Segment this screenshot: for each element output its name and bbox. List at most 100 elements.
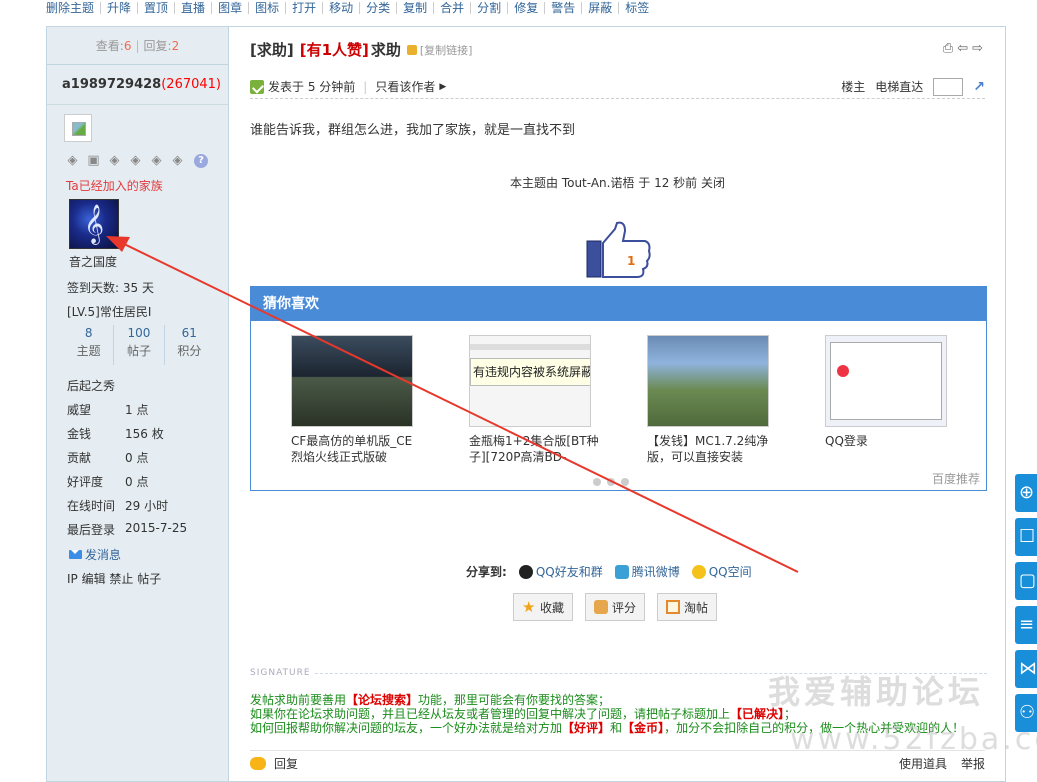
- toolbar-action[interactable]: 标签: [618, 2, 655, 14]
- user-group: 后起之秀: [67, 379, 116, 393]
- thread-closed-notice: 本主题由 Tout-An.诺梧 于 12 秒前 关闭: [510, 176, 725, 190]
- float-button-3[interactable]: ▢: [1015, 562, 1037, 600]
- thread-title-row: [求助] [有1人赞] 求助 [复制链接]: [250, 39, 472, 60]
- recommend-source[interactable]: 百度推荐: [932, 470, 980, 487]
- signin-days: 签到天数: 35 天: [67, 281, 154, 295]
- author-only-link[interactable]: 只看该作者: [375, 78, 435, 95]
- treble-clef-icon: 𝄞: [84, 204, 105, 244]
- author-credits: (267041): [161, 77, 222, 92]
- use-tools-button[interactable]: 使用道具: [899, 755, 947, 772]
- lock-icon: [406, 44, 417, 55]
- recommend-item[interactable]: 【发钱】MC1.7.2纯净版，可以直接安装: [647, 335, 769, 465]
- toolbar-action[interactable]: 修复: [507, 2, 544, 14]
- floor-label: 楼主: [841, 80, 866, 94]
- favorite-button[interactable]: ★ 收藏: [513, 593, 574, 621]
- recommend-thumbnail[interactable]: [825, 335, 947, 427]
- post-footer: 回复 使用道具 举报: [250, 750, 985, 772]
- reply-icon: [250, 757, 266, 770]
- float-button-2[interactable]: ☐: [1015, 518, 1037, 556]
- stat-points[interactable]: 61 积分: [163, 325, 214, 365]
- post-body-text: 谁能告诉我，群组怎么进，我加了家族，就是一直找不到: [250, 123, 576, 138]
- recommend-box: 猜你喜欢 CF最高仿的单机版_CE烈焰火线正式版破 有违规内容被系统屏蔽 金瓶梅…: [250, 286, 987, 491]
- admin-links[interactable]: IP 编辑 禁止 帖子: [67, 570, 161, 587]
- info-value: 29 小时: [125, 499, 169, 513]
- float-menu-icon[interactable]: ≡: [1015, 606, 1037, 644]
- share-qq-link[interactable]: QQ好友和群: [518, 563, 603, 580]
- toolbar-action[interactable]: 置顶: [137, 2, 174, 14]
- recommend-item[interactable]: 有违规内容被系统屏蔽 金瓶梅1+2集合版[BT种子][720P高清BD-: [469, 335, 599, 465]
- avatar[interactable]: [64, 114, 92, 142]
- family-badge-image[interactable]: 𝄞: [69, 199, 119, 249]
- toolbar-action[interactable]: 移动: [322, 2, 359, 14]
- toolbar-action[interactable]: 升降: [100, 2, 137, 14]
- rate-button[interactable]: 评分: [585, 593, 646, 621]
- toolbar-action[interactable]: 屏蔽: [581, 2, 618, 14]
- carousel-dots[interactable]: [593, 478, 629, 486]
- recommend-caption[interactable]: 金瓶梅1+2集合版[BT种子][720P高清BD-: [469, 433, 599, 465]
- floor-jump-input[interactable]: [933, 77, 964, 96]
- user-level[interactable]: [LV.5]常住居民I: [67, 303, 151, 320]
- views-label: 查看:: [95, 39, 124, 53]
- share-qzone-label: QQ空间: [708, 565, 752, 579]
- info-key: 最后登录: [67, 523, 116, 537]
- report-button[interactable]: 举报: [961, 755, 985, 772]
- author-username[interactable]: a1989729428: [62, 77, 161, 92]
- author-sidebar: 查看:6 | 回复:2 a1989729428(267041) ◈ ▣ ◈ ◈ ◈ …: [47, 27, 229, 781]
- help-icon[interactable]: ?: [194, 154, 208, 168]
- info-value: 0 点: [125, 475, 149, 489]
- toolbar-action[interactable]: 复制: [396, 2, 433, 14]
- family-name[interactable]: 音之国度: [69, 253, 117, 270]
- next-thread-icon[interactable]: ⇨: [972, 41, 983, 56]
- recommend-item[interactable]: CF最高仿的单机版_CE烈焰火线正式版破: [291, 335, 413, 465]
- share-qzone-link[interactable]: QQ空间: [691, 563, 752, 580]
- diamond-icon: ◈: [109, 153, 120, 168]
- stat-label: 帖子: [126, 344, 151, 358]
- digg-button[interactable]: 淘帖: [657, 593, 718, 621]
- info-online-time: 在线时间 29 小时: [67, 497, 168, 514]
- toolbar-action[interactable]: 图章: [211, 2, 248, 14]
- toolbar-action[interactable]: 图标: [248, 2, 285, 14]
- toolbar-action[interactable]: 分类: [359, 2, 396, 14]
- share-weibo-link[interactable]: 腾讯微博: [614, 563, 680, 580]
- info-key: 威望: [67, 403, 92, 417]
- toolbar-action[interactable]: 直播: [174, 2, 211, 14]
- float-button-1[interactable]: ⊕: [1015, 474, 1037, 512]
- toolbar-action[interactable]: 警告: [544, 2, 581, 14]
- info-key: 在线时间: [67, 499, 116, 513]
- reply-button[interactable]: 回复: [274, 755, 298, 772]
- float-share-icon[interactable]: ⋈: [1015, 650, 1037, 688]
- diamond-icon: ◈: [151, 153, 162, 168]
- collection-icon: [666, 600, 681, 614]
- signature-label: SIGNATURE: [250, 668, 315, 678]
- toolbar-action[interactable]: 删除主题: [46, 2, 100, 14]
- info-key: 金钱: [67, 427, 92, 441]
- stat-threads[interactable]: 8 主题: [64, 325, 113, 365]
- thumb-icon: [594, 600, 609, 614]
- thread-tag[interactable]: [求助]: [250, 39, 294, 60]
- stat-posts[interactable]: 100 帖子: [113, 325, 163, 365]
- info-value: 1 点: [125, 403, 149, 417]
- recommend-caption[interactable]: QQ登录: [825, 433, 955, 449]
- recommend-item[interactable]: QQ登录: [825, 335, 947, 465]
- prev-thread-icon[interactable]: ⇦: [957, 41, 968, 56]
- replies-count: 2: [171, 39, 180, 53]
- float-user-icon[interactable]: ⚇: [1015, 694, 1037, 732]
- recommend-caption[interactable]: CF最高仿的单机版_CE烈焰火线正式版破: [291, 433, 421, 465]
- recommend-thumbnail[interactable]: [291, 335, 413, 427]
- send-message-link[interactable]: 发消息: [69, 546, 121, 563]
- recommend-thumbnail[interactable]: 有违规内容被系统屏蔽: [469, 335, 591, 427]
- print-icon[interactable]: ⎙: [943, 41, 953, 56]
- info-key: 贡献: [67, 451, 92, 465]
- diamond-icon: ◈: [130, 153, 141, 168]
- recommend-caption[interactable]: 【发钱】MC1.7.2纯净版，可以直接安装: [647, 433, 777, 465]
- recommend-thumbnail[interactable]: [647, 335, 769, 427]
- toolbar-action[interactable]: 分割: [470, 2, 507, 14]
- like-thumb-icon[interactable]: 1: [585, 221, 653, 281]
- recommend-title: 猜你喜欢: [251, 287, 986, 321]
- toolbar-action[interactable]: 合并: [433, 2, 470, 14]
- qzone-icon: [691, 564, 706, 579]
- toolbar-action[interactable]: 打开: [285, 2, 322, 14]
- watermark-name: 我爱辅助论坛: [768, 673, 985, 711]
- copy-link-button[interactable]: [复制链接]: [420, 42, 473, 58]
- jump-go-icon[interactable]: ↗: [973, 79, 985, 95]
